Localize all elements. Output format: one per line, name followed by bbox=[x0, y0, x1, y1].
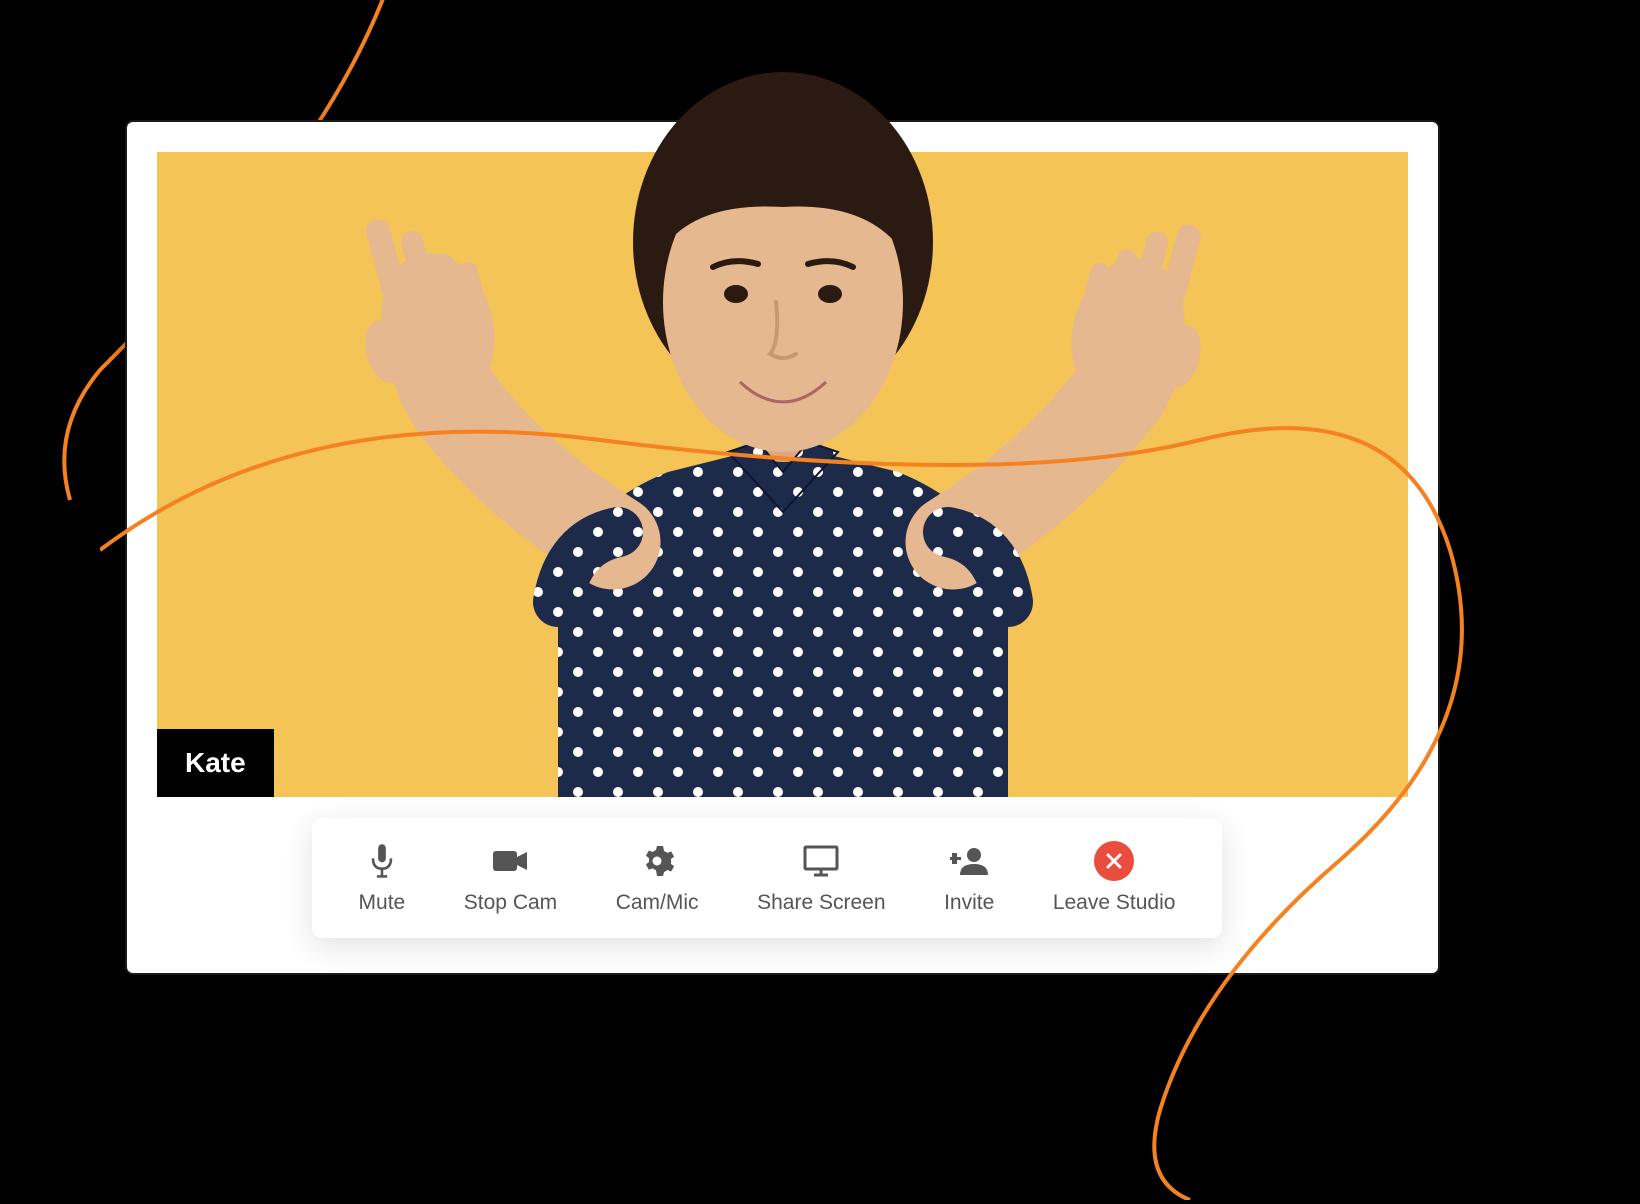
camera-icon bbox=[490, 841, 530, 881]
add-person-icon bbox=[949, 841, 989, 881]
share-screen-label: Share Screen bbox=[757, 891, 885, 915]
mute-button[interactable]: Mute bbox=[347, 833, 418, 923]
invite-label: Invite bbox=[944, 891, 994, 915]
stop-cam-label: Stop Cam bbox=[464, 891, 557, 915]
invite-button[interactable]: Invite bbox=[932, 833, 1006, 923]
control-toolbar: Mute Stop Cam Cam/Mic bbox=[312, 818, 1222, 938]
participant-name-tag: Kate bbox=[157, 729, 274, 797]
share-screen-button[interactable]: Share Screen bbox=[745, 833, 897, 923]
cam-mic-label: Cam/Mic bbox=[616, 891, 699, 915]
leave-studio-button[interactable]: Leave Studio bbox=[1041, 833, 1188, 923]
video-feed: Kate bbox=[157, 152, 1408, 797]
participant-name: Kate bbox=[185, 747, 246, 778]
stop-cam-button[interactable]: Stop Cam bbox=[452, 833, 569, 923]
mute-label: Mute bbox=[359, 891, 406, 915]
cam-mic-settings-button[interactable]: Cam/Mic bbox=[604, 833, 711, 923]
microphone-icon bbox=[362, 841, 402, 881]
monitor-icon bbox=[801, 841, 841, 881]
leave-label: Leave Studio bbox=[1053, 891, 1176, 915]
close-icon bbox=[1094, 841, 1134, 881]
gear-icon bbox=[637, 841, 677, 881]
participant-video bbox=[308, 42, 1258, 797]
studio-window: Kate bbox=[125, 120, 1440, 975]
